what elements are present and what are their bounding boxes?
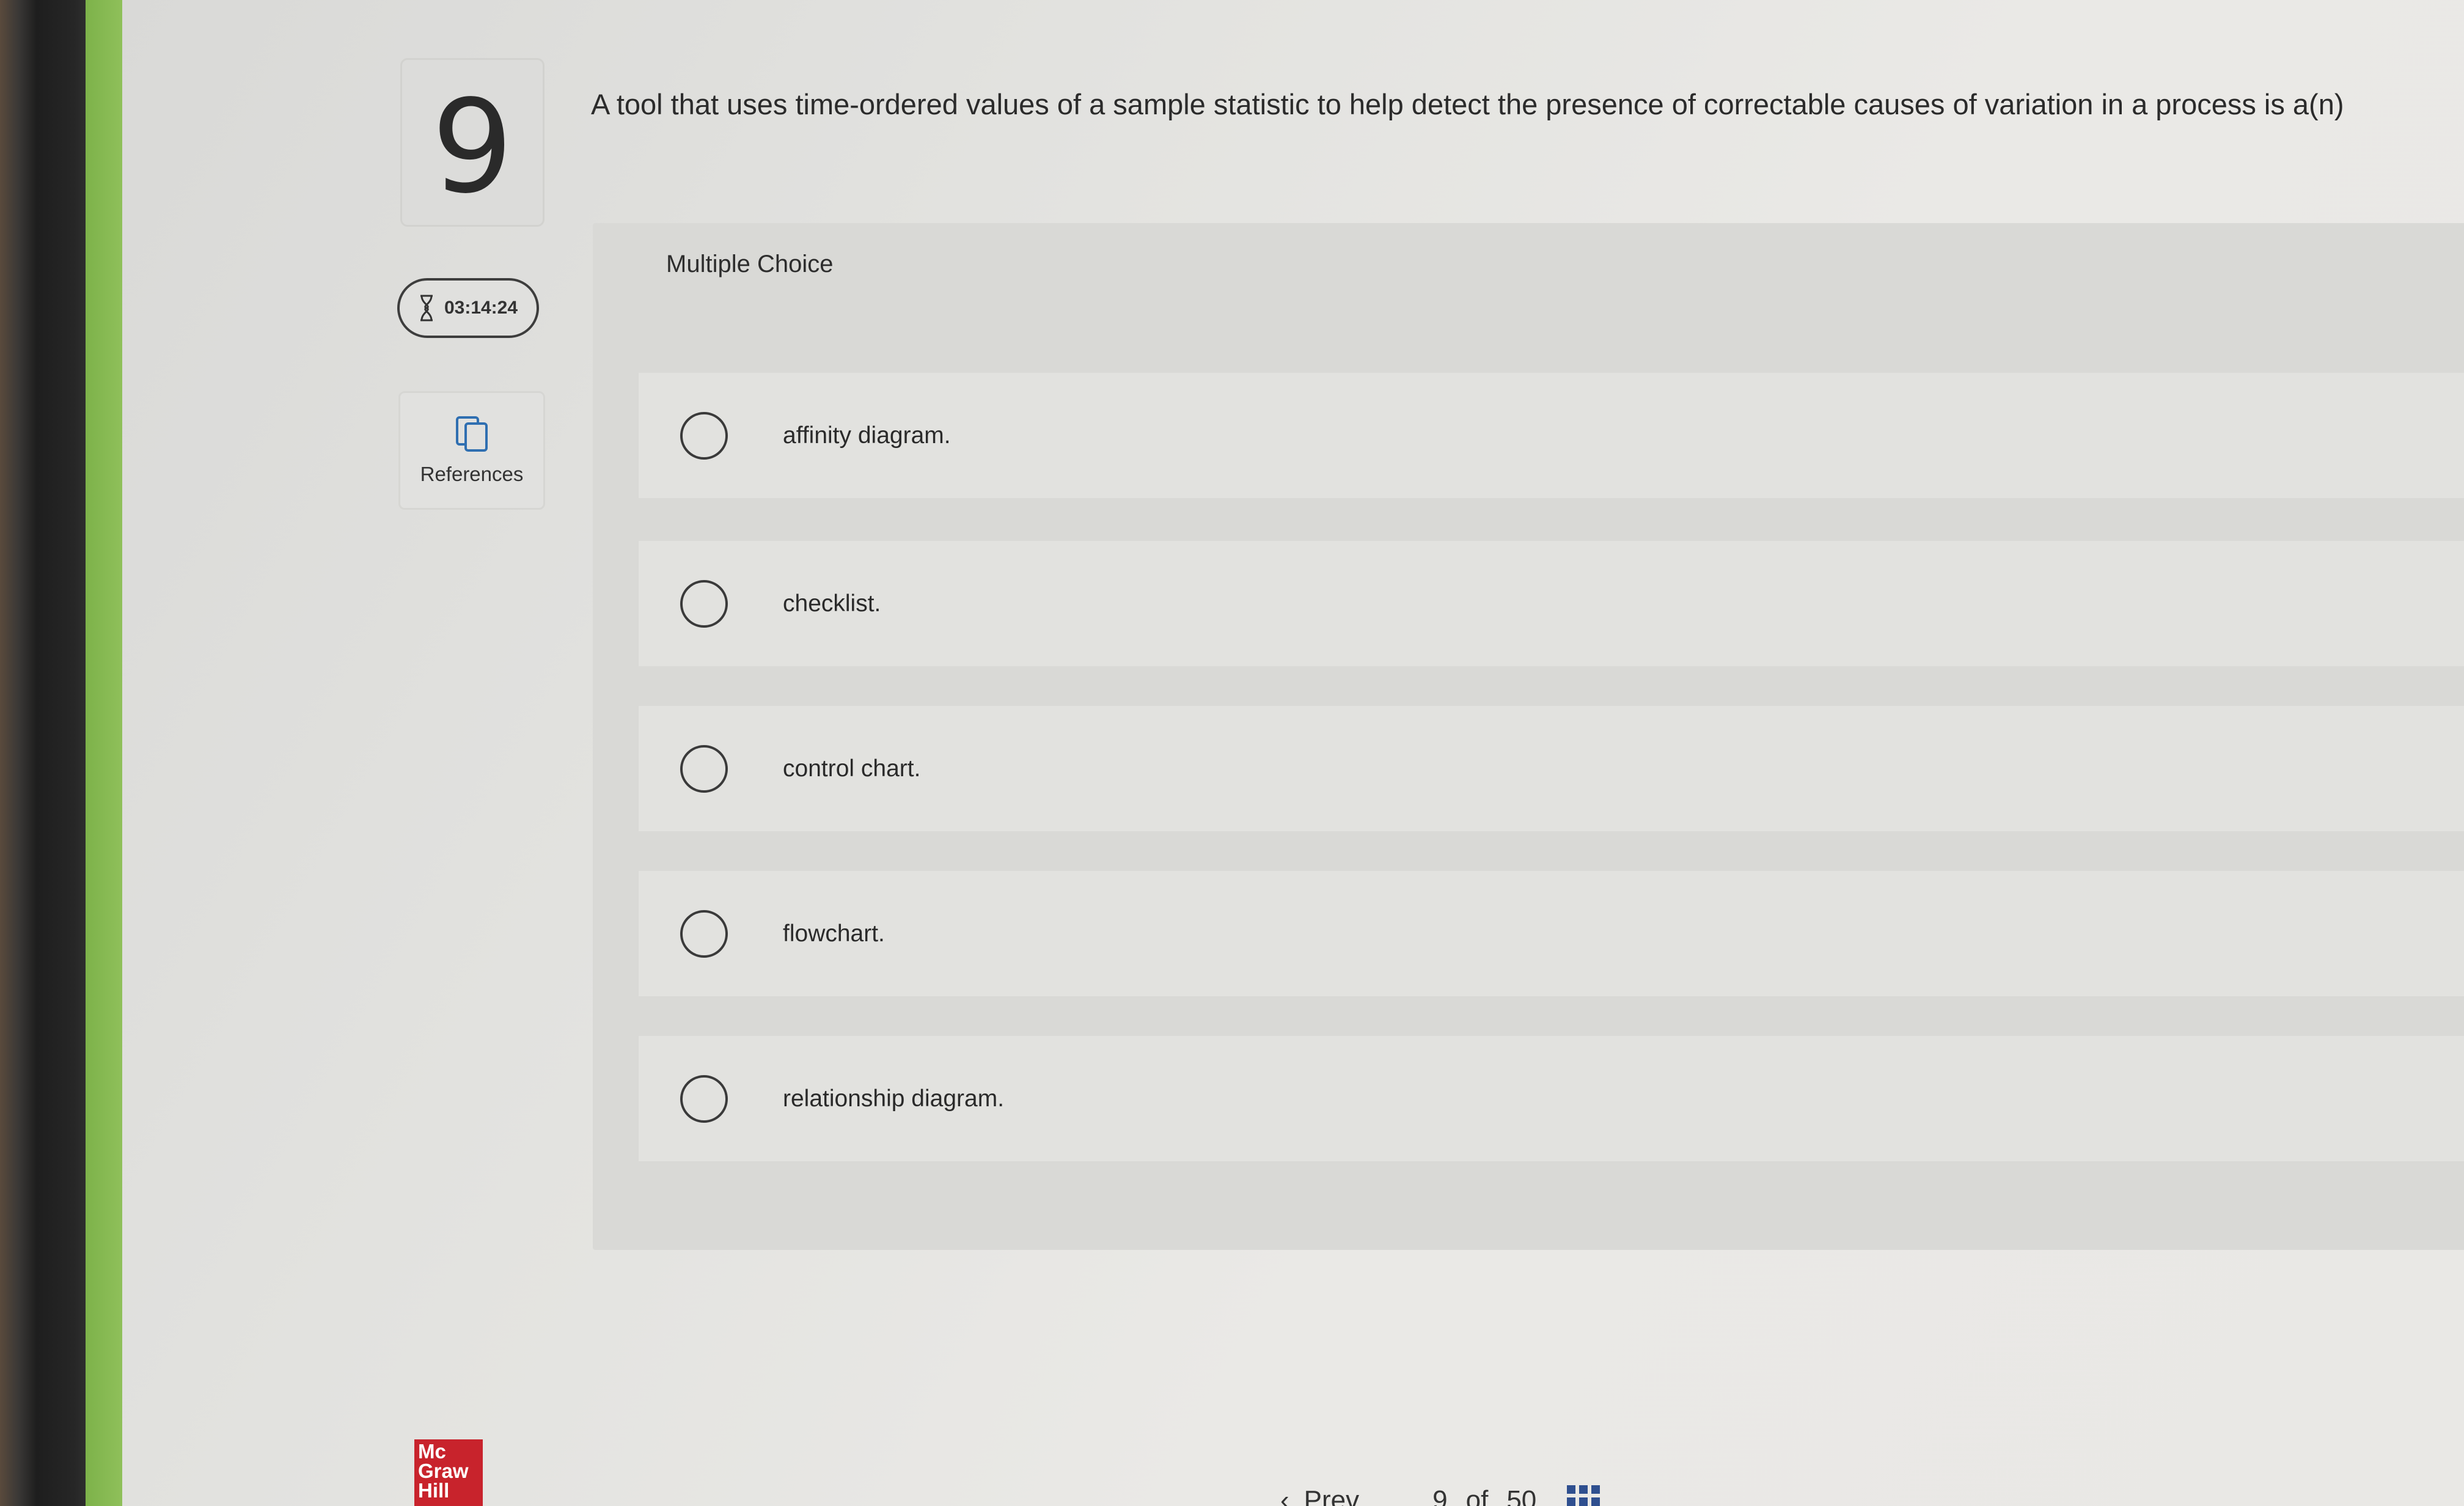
radio-button[interactable] — [680, 579, 728, 628]
references-label: References — [420, 463, 524, 485]
question-text: A tool that uses time-ordered values of … — [591, 88, 2344, 120]
choice-option-2[interactable]: checklist. — [639, 541, 2464, 666]
timer-badge[interactable]: 03:14:24 — [397, 278, 539, 338]
radio-button[interactable] — [680, 411, 728, 460]
prev-button[interactable]: ‹ Prev — [1280, 1485, 1359, 1506]
choice-option-5[interactable]: relationship diagram. — [639, 1036, 2464, 1161]
accent-strip — [86, 0, 122, 1506]
mcgraw-hill-logo: Mc Graw Hill — [414, 1439, 483, 1506]
question-number-box: 9 — [400, 58, 544, 227]
footer-navigation: ‹ Prev 9 of 50 — [1280, 1485, 1601, 1506]
radio-button[interactable] — [680, 909, 728, 958]
panel-title: Multiple Choice — [666, 251, 834, 277]
choice-label: checklist. — [783, 590, 881, 617]
choice-label: control chart. — [783, 755, 921, 782]
choice-option-3[interactable]: control chart. — [639, 706, 2464, 831]
logo-line: Mc — [418, 1440, 446, 1463]
radio-button[interactable] — [680, 744, 728, 793]
choices-panel: Multiple Choice affinity diagram. checkl… — [593, 223, 2464, 1250]
laptop-bezel — [0, 0, 86, 1506]
chevron-left-icon: ‹ — [1280, 1485, 1289, 1506]
app-window: 9 03:14:24 References A tool that uses t… — [122, 0, 2464, 1506]
logo-line: Hill — [418, 1479, 450, 1502]
prev-label: Prev — [1304, 1485, 1360, 1506]
choice-label: relationship diagram. — [783, 1085, 1005, 1112]
choice-label: flowchart. — [783, 920, 885, 947]
copy-icon — [456, 416, 488, 452]
logo-line: Graw — [418, 1460, 469, 1482]
question-number: 9 — [431, 72, 513, 222]
timer-value: 03:14:24 — [444, 298, 518, 318]
page-of: of — [1465, 1485, 1489, 1506]
choice-option-1[interactable]: affinity diagram. — [639, 373, 2464, 498]
references-button[interactable]: References — [398, 391, 545, 510]
page-current: 9 — [1432, 1485, 1448, 1506]
page-total: 50 — [1506, 1485, 1537, 1506]
choice-label: affinity diagram. — [783, 422, 951, 449]
radio-button[interactable] — [680, 1074, 728, 1123]
choice-option-4[interactable]: flowchart. — [639, 871, 2464, 996]
hourglass-icon — [420, 295, 433, 321]
grid-icon[interactable] — [1567, 1485, 1601, 1506]
